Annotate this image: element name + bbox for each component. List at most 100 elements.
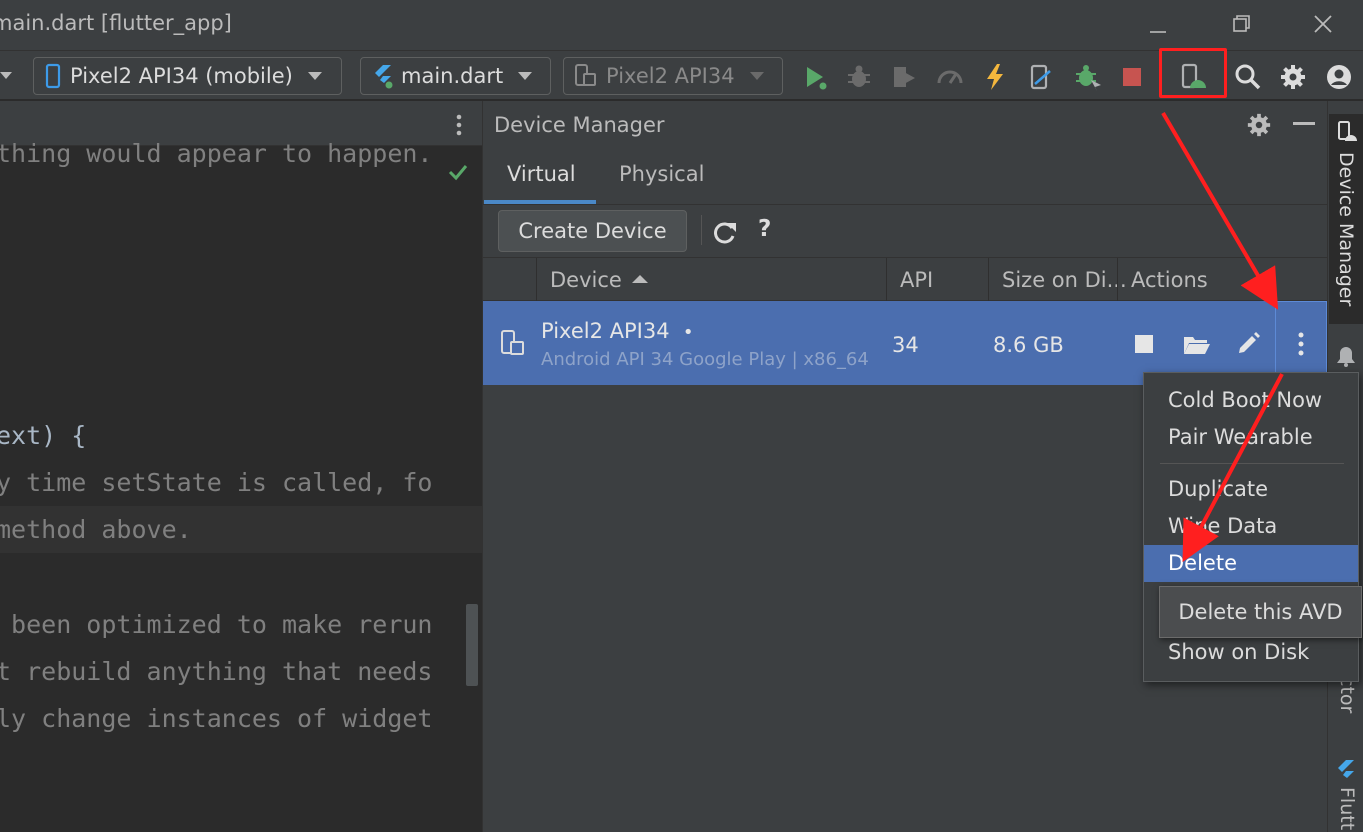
device-manager-tool-tab[interactable]: Device Manager [1329, 114, 1363, 324]
notifications-icon[interactable] [1335, 345, 1357, 367]
editor-scrollbar[interactable] [466, 604, 478, 686]
device-description: Android API 34 Google Play | x86_64 [541, 349, 869, 370]
toolbar-divider [701, 215, 702, 245]
folder-open-icon[interactable] [1183, 333, 1211, 355]
device-name: Pixel2 API34 • [541, 319, 694, 343]
column-actions: Actions [1131, 268, 1208, 292]
code-line: ly change instances of widget [0, 704, 433, 733]
minimize-icon [1150, 31, 1166, 33]
column-divider [536, 258, 537, 302]
profile-button[interactable] [890, 63, 918, 91]
flutter-icon [375, 65, 393, 89]
menu-item-wipe-data[interactable]: Wipe Data [1144, 508, 1358, 545]
panel-settings-icon[interactable] [1246, 112, 1272, 138]
menu-item-pair-wearable[interactable]: Pair Wearable [1144, 419, 1358, 456]
help-icon[interactable]: ? [758, 216, 771, 242]
debug-attach-button[interactable] [1073, 63, 1101, 91]
column-size[interactable]: Size on Di... [1002, 268, 1127, 292]
debug-icon [848, 65, 870, 87]
menu-separator [1160, 463, 1344, 464]
apply-changes-button[interactable] [1026, 63, 1054, 91]
close-button[interactable] [1303, 8, 1343, 42]
panel-header: Device Manager [483, 101, 1328, 148]
settings-button[interactable] [1279, 63, 1307, 91]
run-config-selector[interactable]: main.dart [360, 57, 551, 95]
device-manager-icon [1338, 121, 1357, 141]
column-divider [988, 258, 989, 302]
flutter-icon [1338, 760, 1354, 778]
stop-device-icon[interactable] [1134, 334, 1154, 354]
code-line: t rebuild anything that needs [0, 657, 433, 686]
chevron-down-icon[interactable] [0, 70, 16, 82]
code-line: y time setState is called, fo [0, 468, 433, 497]
hot-reload-button[interactable] [981, 63, 1009, 91]
run-target-selector[interactable]: Pixel2 API34 [563, 57, 783, 95]
device-sync-icon [1030, 64, 1051, 90]
column-device[interactable]: Device [550, 268, 622, 292]
tab-virtual[interactable]: Virtual [507, 162, 576, 186]
close-icon [1314, 15, 1332, 33]
stop-icon [1123, 68, 1141, 86]
run-button[interactable] [802, 63, 830, 91]
menu-item-show-on-disk[interactable]: Show on Disk [1144, 634, 1358, 671]
profile-icon [894, 67, 915, 87]
refresh-icon[interactable] [712, 220, 738, 244]
sort-ascending-icon [632, 275, 648, 283]
annotation-highlight-box [1159, 48, 1227, 98]
device-size: 8.6 GB [993, 333, 1064, 357]
settings-icon [1281, 65, 1305, 89]
menu-item-delete[interactable]: Delete [1144, 545, 1358, 582]
search-button[interactable] [1234, 63, 1262, 91]
device-tabs: Virtual Physical [483, 148, 1328, 205]
device-selector[interactable]: Pixel2 API34 (mobile) [33, 57, 342, 95]
device-api: 34 [892, 333, 919, 357]
menu-item-duplicate[interactable]: Duplicate [1144, 471, 1358, 508]
chevron-down-icon [749, 72, 764, 80]
restore-icon [1233, 15, 1250, 32]
code-line: been optimized to make rerun [0, 610, 433, 639]
hot-reload-icon [987, 64, 1003, 90]
title-bar: main.dart [flutter_app] [0, 0, 1363, 50]
device-table-header: Device API Size on Di... Actions [483, 257, 1328, 302]
device-selector-label: Pixel2 API34 (mobile) [70, 64, 293, 88]
minimize-button[interactable] [1139, 8, 1179, 42]
tab-physical[interactable]: Physical [619, 162, 704, 186]
device-type-icon [501, 330, 524, 355]
debug-button[interactable] [845, 63, 873, 91]
stop-button[interactable] [1118, 63, 1146, 91]
more-vertical-icon [1298, 332, 1304, 356]
chevron-down-icon [307, 72, 322, 80]
attach-button[interactable] [935, 63, 963, 91]
code-editor[interactable]: thing would appear to happen. ext) { y t… [0, 101, 482, 832]
account-icon [1327, 65, 1351, 89]
more-options-icon[interactable] [452, 113, 466, 137]
search-icon [1235, 64, 1261, 90]
menu-item-cold-boot[interactable]: Cold Boot Now [1144, 382, 1358, 419]
delete-tooltip: Delete this AVD [1159, 586, 1362, 638]
run-target-label: Pixel2 API34 [606, 64, 735, 88]
hide-panel-icon[interactable] [1293, 121, 1315, 127]
code-line: method above. [0, 515, 192, 544]
code-line: ext) { [0, 421, 87, 450]
code-line: thing would appear to happen. [0, 139, 433, 168]
column-divider [886, 258, 887, 302]
create-device-button[interactable]: Create Device [498, 210, 687, 252]
flutter-tool-label[interactable]: Flutt [1336, 787, 1358, 830]
device-manager-tool-label: Device Manager [1335, 152, 1357, 307]
phone-icon [45, 63, 61, 89]
account-button[interactable] [1325, 63, 1353, 91]
panel-title: Device Manager [494, 113, 665, 137]
checkmark-icon [448, 165, 468, 181]
window-title: main.dart [flutter_app] [0, 11, 232, 35]
device-icon [575, 64, 596, 86]
status-dot: • [682, 322, 694, 343]
restore-button[interactable] [1221, 8, 1261, 42]
edit-icon[interactable] [1237, 331, 1261, 355]
run-config-label: main.dart [401, 64, 504, 88]
column-api[interactable]: API [900, 268, 933, 292]
column-divider [1117, 258, 1118, 302]
attach-icon [937, 70, 963, 84]
run-icon [807, 67, 827, 90]
active-tab-indicator [484, 200, 596, 204]
chevron-down-icon [518, 72, 533, 80]
